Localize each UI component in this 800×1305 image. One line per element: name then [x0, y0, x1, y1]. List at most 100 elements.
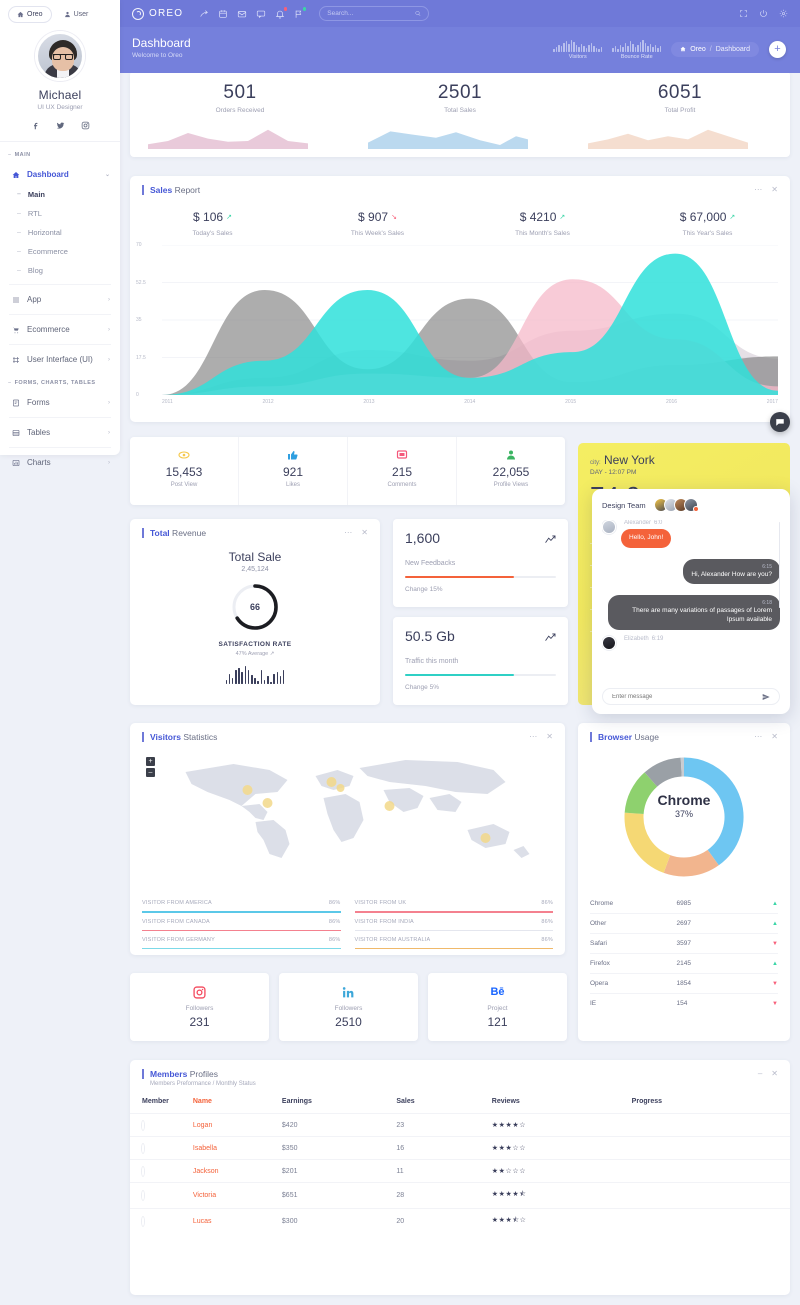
flag-icon[interactable] — [293, 7, 307, 19]
visitor-bar — [354, 929, 553, 931]
revenue-bar — [276, 672, 279, 685]
member-name[interactable]: Victoria — [193, 1192, 282, 1199]
page-header-right: Visitors Bounce Rate Oreo / Dashboard + — [553, 38, 786, 60]
revenue-bar — [238, 668, 240, 685]
add-button[interactable]: + — [769, 40, 786, 58]
members-table-header: Member Name Earnings Sales Reviews Progr… — [130, 1098, 790, 1113]
stat-sales-label: Total Sales — [444, 107, 476, 114]
sidebar-item-horizontal[interactable]: Horizontal — [0, 223, 120, 242]
member-name[interactable]: Jackson — [193, 1168, 282, 1175]
kpi-today: $ 106 ↗ Today's Sales — [130, 208, 295, 237]
table-icon — [11, 429, 20, 437]
sidebar-item-rtl[interactable]: RTL — [0, 204, 120, 223]
sales-report-title-bold: Sales — [150, 185, 173, 195]
total-revenue-title-bold: Total — [150, 528, 170, 538]
revenue-bar — [251, 675, 253, 685]
search-input[interactable] — [327, 10, 416, 17]
visitors-title: Visitors Statistics — [142, 732, 217, 743]
minimize-icon[interactable]: – — [758, 1069, 762, 1078]
chat-message-time: 6:18 — [762, 600, 772, 607]
list-item: VISITOR FROM GERMANY 86% — [142, 931, 341, 949]
metric-likes: 921 Likes — [239, 437, 348, 505]
search-icon[interactable] — [415, 10, 421, 17]
member-name[interactable]: Lucas — [193, 1218, 282, 1225]
mail-icon[interactable] — [236, 8, 247, 19]
avatar — [142, 1191, 144, 1201]
calendar-icon[interactable] — [217, 8, 228, 19]
instagram-icon — [130, 984, 269, 1000]
trend-up-icon: ▲ — [772, 960, 778, 967]
revenue-bar — [247, 670, 250, 685]
world-map[interactable] — [130, 746, 565, 866]
nav-section-main: MAIN — [0, 142, 120, 164]
visitor-bar — [142, 911, 341, 913]
sidebar-item-tables[interactable]: Tables › — [0, 422, 120, 443]
page-title: Dashboard — [132, 36, 191, 50]
sidebar-item-charts[interactable]: Charts › — [0, 452, 120, 473]
list-item: VISITOR FROM CANADA 86% — [142, 913, 341, 931]
member-earnings: $651 — [281, 1192, 298, 1200]
sidebar-item-ecommerce-sub[interactable]: Ecommerce — [0, 242, 120, 261]
avatar[interactable] — [683, 498, 699, 512]
gear-icon[interactable] — [779, 9, 788, 18]
world-map-svg — [185, 760, 530, 859]
kpi-year-value: $ 67,000 — [679, 210, 727, 225]
feedbacks-progress — [405, 576, 556, 578]
sidebar-item-main[interactable]: Main — [0, 185, 120, 204]
trend-up-icon: ▲ — [772, 900, 778, 907]
sidebar-item-forms[interactable]: Forms › — [0, 392, 120, 413]
close-icon[interactable]: ✕ — [771, 185, 778, 194]
more-icon[interactable]: ⋯ — [344, 528, 352, 537]
close-icon[interactable]: ✕ — [546, 732, 553, 741]
satisfaction-gauge-value: 66 — [249, 602, 260, 613]
member-name[interactable]: Logan — [193, 1122, 282, 1129]
breadcrumb[interactable]: Oreo / Dashboard — [671, 41, 759, 57]
sidebar-item-app[interactable]: App › — [0, 289, 120, 310]
total-revenue-tools: ⋯ ✕ — [344, 528, 368, 537]
instagram-icon[interactable] — [81, 121, 90, 130]
sidebar-tab-user[interactable]: User — [56, 7, 97, 22]
member-sales: 23 — [396, 1121, 405, 1129]
chat-message-sender: Elizabeth 6:19 — [624, 635, 664, 642]
chat-scrollbar[interactable] — [778, 522, 780, 608]
sidebar-item-dashboard[interactable]: Dashboard ⌄ — [0, 164, 120, 185]
close-icon[interactable]: ✕ — [771, 732, 778, 741]
sales-report-title-rest: Report — [172, 185, 201, 195]
chat-input[interactable] — [612, 693, 762, 700]
breadcrumb-root[interactable]: Oreo — [690, 46, 706, 53]
behance-icon: Bē — [490, 986, 505, 998]
fullscreen-icon[interactable] — [739, 9, 748, 18]
member-reviews: ★★☆☆☆ — [491, 1168, 527, 1176]
close-icon[interactable]: ✕ — [771, 1069, 778, 1078]
chat-input-box[interactable] — [602, 688, 780, 705]
chat-bubble: Hello, John! — [621, 529, 672, 548]
chat-icon[interactable] — [255, 8, 266, 19]
revenue-bar — [266, 676, 269, 685]
linkedin-value: 2510 — [335, 1015, 362, 1029]
chat-fab-button[interactable] — [770, 412, 790, 432]
member-name[interactable]: Isabella — [193, 1145, 282, 1152]
sidebar-tab-oreo[interactable]: Oreo — [8, 6, 52, 23]
sales-chart-xtick: 2017 — [766, 399, 778, 406]
share-icon[interactable] — [198, 8, 209, 19]
sidebar-item-main-label: Main — [27, 190, 45, 199]
twitter-icon[interactable] — [56, 121, 65, 130]
more-icon[interactable]: ⋯ — [754, 185, 762, 194]
sidebar-item-dashboard-label: Dashboard — [27, 170, 69, 179]
search-box[interactable] — [319, 6, 430, 21]
sidebar-item-ecommerce[interactable]: Ecommerce › — [0, 319, 120, 340]
bell-icon[interactable] — [274, 7, 288, 19]
visitor-label: VISITOR FROM CANADA — [142, 918, 210, 925]
send-icon[interactable] — [762, 693, 770, 701]
more-icon[interactable]: ⋯ — [754, 732, 762, 741]
sidebar-item-blog[interactable]: Blog — [0, 261, 120, 280]
facebook-icon[interactable] — [31, 121, 40, 130]
close-icon[interactable]: ✕ — [361, 528, 368, 537]
visitor-label: VISITOR FROM UK — [354, 900, 407, 907]
more-icon[interactable]: ⋯ — [529, 732, 537, 741]
power-icon[interactable] — [759, 9, 768, 18]
chevron-right-icon: › — [108, 459, 110, 466]
revenue-bar — [257, 681, 259, 685]
brand[interactable]: OREO — [132, 7, 183, 20]
sidebar-item-ui[interactable]: User Interface (UI) › — [0, 349, 120, 370]
